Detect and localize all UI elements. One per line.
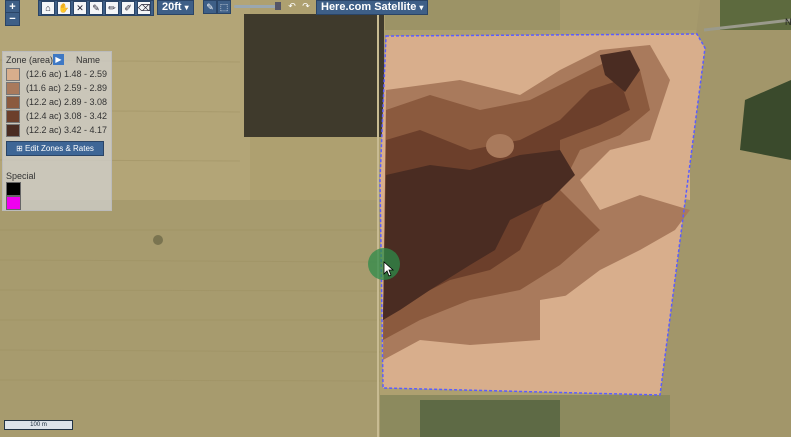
- pen-icon[interactable]: ✎: [89, 1, 103, 15]
- opacity-slider-handle[interactable]: [275, 2, 281, 10]
- zone-range: 1.48 - 2.59: [64, 69, 108, 79]
- special-label: Special: [6, 171, 36, 181]
- zone-row[interactable]: (11.6 ac) 2.59 - 2.89: [6, 81, 108, 95]
- basemap-value: Here.com Satellite: [321, 1, 417, 13]
- resolution-select[interactable]: 20ft ▾: [157, 0, 194, 15]
- edit-zones-rates-button[interactable]: ⊞ Edit Zones & Rates: [6, 141, 104, 156]
- zone-range: 2.59 - 2.89: [64, 83, 108, 93]
- zone-header: Zone (area): [6, 55, 54, 65]
- measure-icon[interactable]: ✎: [203, 0, 217, 14]
- zone-swatch: [6, 123, 20, 137]
- zone-row[interactable]: (12.4 ac) 3.08 - 3.42: [6, 109, 108, 123]
- special-color-magenta[interactable]: [6, 196, 21, 210]
- zoom-out-button[interactable]: −: [5, 12, 20, 26]
- zone-range: 3.42 - 4.17: [64, 125, 108, 135]
- edit-shape-icon[interactable]: ✐: [121, 1, 135, 15]
- plus-box-icon: ⊞: [16, 144, 23, 153]
- opacity-slider[interactable]: [234, 5, 280, 8]
- zone-swatch: [6, 109, 20, 123]
- road-label: N: [785, 17, 791, 27]
- undo-icon[interactable]: ↶: [286, 0, 298, 12]
- zone-area: (12.2 ac): [26, 125, 62, 135]
- eraser-icon[interactable]: ⌫: [137, 1, 151, 15]
- draw-line-icon[interactable]: ✏: [105, 1, 119, 15]
- zone-row[interactable]: (12.2 ac) 2.89 - 3.08: [6, 95, 108, 109]
- zone-row[interactable]: (12.2 ac) 3.42 - 4.17: [6, 123, 108, 137]
- zone-area: (11.6 ac): [26, 83, 61, 93]
- map-toolbar: ⌂ ✋ ✕ ✎ ✏ ✐ ⌫: [38, 0, 154, 16]
- play-icon[interactable]: ▶: [53, 54, 64, 65]
- special-color-black[interactable]: [6, 182, 21, 196]
- scale-bar: 100 m: [4, 420, 73, 430]
- zone-area: (12.6 ac): [26, 69, 62, 79]
- select-area-icon[interactable]: ⬚: [217, 0, 231, 14]
- chevron-down-icon: ▾: [419, 3, 424, 12]
- satellite-map[interactable]: [0, 0, 791, 437]
- zone-area: (12.4 ac): [26, 111, 62, 121]
- zone-swatch: [6, 67, 20, 81]
- name-header: Name: [76, 55, 101, 65]
- close-icon[interactable]: ✕: [73, 1, 87, 15]
- redo-icon[interactable]: ↷: [300, 0, 312, 12]
- zone-legend: Zone (area) ▶ Name (12.6 ac) 1.48 - 2.59…: [2, 51, 112, 211]
- chevron-down-icon: ▾: [184, 3, 189, 12]
- zone-area: (12.2 ac): [26, 97, 62, 107]
- pan-hand-icon[interactable]: ✋: [57, 1, 71, 15]
- resolution-value: 20ft: [162, 1, 182, 13]
- zone-row[interactable]: (12.6 ac) 1.48 - 2.59: [6, 67, 108, 81]
- zone-swatch: [6, 81, 20, 95]
- zone-range: 2.89 - 3.08: [64, 97, 108, 107]
- home-icon[interactable]: ⌂: [41, 1, 55, 15]
- zone-swatch: [6, 95, 20, 109]
- basemap-select[interactable]: Here.com Satellite ▾: [316, 0, 429, 15]
- zone-range: 3.08 - 3.42: [64, 111, 108, 121]
- edit-zones-rates-label: Edit Zones & Rates: [25, 144, 94, 153]
